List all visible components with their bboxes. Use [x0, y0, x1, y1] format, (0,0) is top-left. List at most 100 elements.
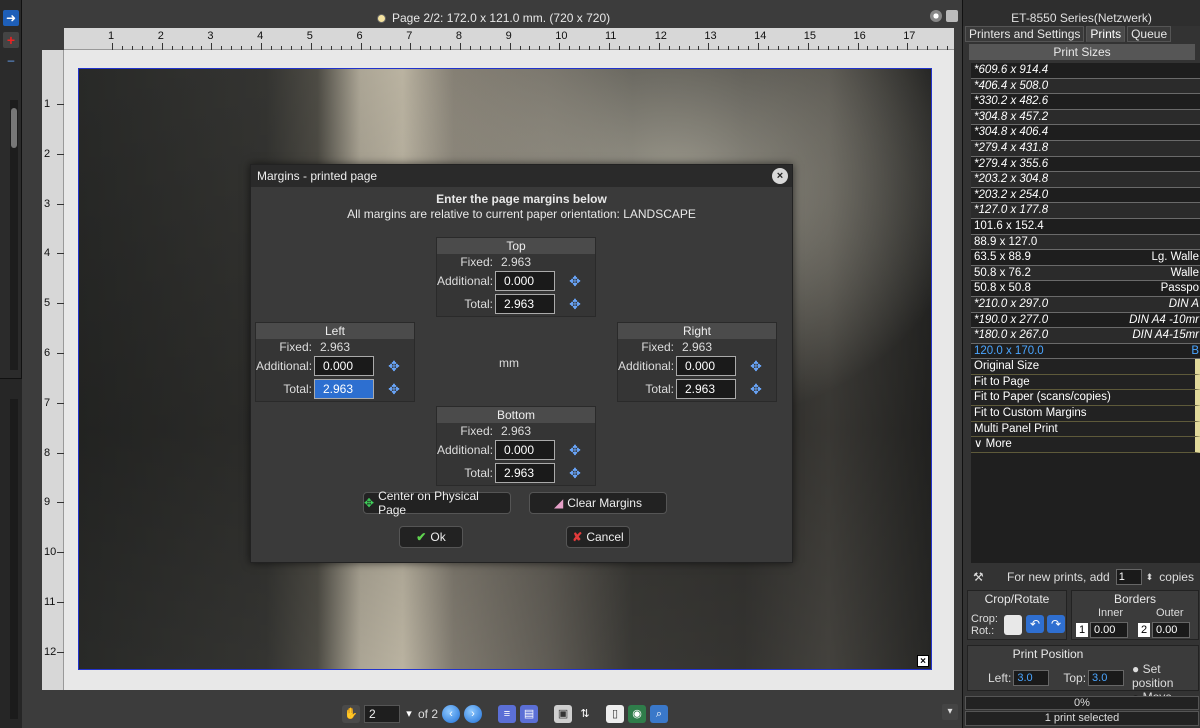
photo-close-icon[interactable]: ×: [917, 655, 929, 667]
tab-queue[interactable]: Queue: [1127, 26, 1172, 42]
hand-tool-icon[interactable]: ✋: [342, 705, 360, 723]
print-size-item[interactable]: *330.2 x 482.6: [971, 94, 1200, 110]
print-size-name: Passpo: [1160, 282, 1199, 295]
print-size-item[interactable]: 101.6 x 152.4: [971, 218, 1200, 235]
print-size-item[interactable]: 50.8 x 50.8 Passpo: [971, 281, 1200, 297]
print-size-item[interactable]: 50.8 x 76.2 Walle: [971, 265, 1200, 282]
grid-view-icon[interactable]: ▤: [520, 705, 539, 723]
color-wheel-icon[interactable]: [930, 10, 942, 22]
fit-option-item[interactable]: Fit to Paper (scans/copies): [971, 390, 1200, 407]
move-icon[interactable]: ✥: [748, 358, 764, 374]
print-size-item[interactable]: *609.6 x 914.4: [971, 63, 1200, 79]
page-number-input[interactable]: 2: [364, 705, 400, 723]
ruler-tick: [57, 402, 64, 404]
page-icon[interactable]: ▯: [606, 705, 625, 723]
fit-option-item[interactable]: Multi Panel Print: [971, 421, 1200, 438]
chevron-down-icon[interactable]: ▾: [942, 704, 958, 720]
center-on-page-button[interactable]: ✥ Center on Physical Page: [363, 489, 511, 517]
ruler-tick: [410, 43, 412, 50]
crop-toggle[interactable]: [1004, 615, 1022, 635]
clear-margins-button[interactable]: ◢ Clear Margins: [529, 492, 667, 514]
tab-prints[interactable]: Prints: [1086, 26, 1126, 42]
bottom-total-label: Total:: [464, 466, 493, 480]
cancel-button[interactable]: ✘ Cancel: [566, 526, 630, 548]
page-dropdown-icon[interactable]: ▾: [404, 705, 414, 723]
left-additional-input[interactable]: [314, 356, 374, 376]
position-left-input[interactable]: 3.0: [1013, 670, 1050, 686]
top-additional-input[interactable]: [495, 271, 555, 291]
unit-label: mm: [499, 356, 519, 370]
left-scroll-thumb[interactable]: [11, 108, 17, 148]
tools-icon[interactable]: ⚒: [973, 570, 987, 584]
image-settings-icon[interactable]: ▣: [554, 705, 573, 723]
move-icon[interactable]: ✥: [567, 442, 583, 458]
preview-toolbar-icons: [930, 10, 958, 22]
sort-icon[interactable]: ⇅: [576, 705, 594, 723]
left-total-input[interactable]: [314, 379, 374, 399]
print-size-item[interactable]: 120.0 x 170.0 B: [971, 343, 1200, 360]
top-total-label: Total:: [464, 297, 493, 311]
rotate-right-icon[interactable]: ↷: [1047, 615, 1065, 633]
next-page-icon[interactable]: ›: [464, 705, 483, 723]
fit-option-item[interactable]: Original Size: [971, 359, 1200, 375]
print-size-item[interactable]: 63.5 x 88.9 Lg. Walle: [971, 250, 1200, 266]
copies-spinner-icon[interactable]: ⬍: [1146, 572, 1154, 583]
right-total-input[interactable]: [676, 379, 736, 399]
zoom-icon[interactable]: ⌕: [650, 705, 669, 723]
window-icon[interactable]: [946, 10, 958, 22]
fit-option-item[interactable]: ∨ More: [971, 437, 1200, 453]
ruler-top-number: 11: [605, 30, 617, 42]
fit-option-item[interactable]: Fit to Page: [971, 374, 1200, 391]
print-size-item[interactable]: *279.4 x 355.6: [971, 156, 1200, 173]
bottom-additional-input[interactable]: [495, 440, 555, 460]
print-size-item[interactable]: *406.4 x 508.0: [971, 78, 1200, 95]
print-size-item[interactable]: *203.2 x 254.0: [971, 187, 1200, 204]
move-icon[interactable]: ✥: [567, 296, 583, 312]
ruler-tick: [57, 452, 64, 454]
set-position-radio[interactable]: ● Set position: [1132, 662, 1198, 690]
move-icon[interactable]: ✥: [567, 273, 583, 289]
copies-input[interactable]: 1: [1115, 569, 1142, 585]
rotate-left-icon[interactable]: ↶: [1026, 615, 1044, 633]
move-icon[interactable]: ✥: [386, 381, 402, 397]
print-size-item[interactable]: *190.0 x 277.0 DIN A4 -10mr: [971, 312, 1200, 329]
inner-border-input[interactable]: 0.00: [1090, 622, 1128, 638]
list-view-icon[interactable]: ≡: [498, 705, 517, 723]
print-size-item[interactable]: *304.8 x 457.2: [971, 109, 1200, 126]
print-size-item[interactable]: *203.2 x 304.8: [971, 172, 1200, 188]
tab-printers-settings[interactable]: Printers and Settings: [965, 26, 1085, 42]
left-scrollbar[interactable]: [10, 100, 18, 370]
print-size-value: 120.0 x 170.0: [974, 344, 1044, 357]
print-size-item[interactable]: *127.0 x 177.8: [971, 203, 1200, 219]
print-size-item[interactable]: *180.0 x 267.0 DIN A4-15mr: [971, 328, 1200, 344]
ruler-tick: [57, 602, 64, 603]
add-icon[interactable]: +: [3, 32, 19, 48]
print-size-item[interactable]: *210.0 x 297.0 DIN A: [971, 296, 1200, 313]
crop-rotate-title: Crop/Rotate: [984, 592, 1050, 606]
fit-option-item[interactable]: Fit to Custom Margins: [971, 406, 1200, 422]
move-icon[interactable]: ✥: [386, 358, 402, 374]
top-total-input[interactable]: [495, 294, 555, 314]
position-top-input[interactable]: 3.0: [1088, 670, 1125, 686]
arrow-right-icon[interactable]: ➜: [3, 10, 19, 26]
bottom-total-input[interactable]: [495, 463, 555, 483]
left-lower-scrollbar[interactable]: [10, 399, 18, 719]
ruler-left-number: 12: [44, 645, 57, 658]
move-icon[interactable]: ✥: [567, 465, 583, 481]
remove-icon[interactable]: –: [3, 52, 19, 68]
ok-button[interactable]: ✔ Ok: [399, 526, 463, 548]
print-size-item[interactable]: *279.4 x 431.8: [971, 140, 1200, 157]
right-additional-input[interactable]: [676, 356, 736, 376]
ruler-tick: [559, 43, 561, 50]
move-icon[interactable]: ✥: [748, 381, 764, 397]
print-size-value: *304.8 x 406.4: [974, 126, 1049, 139]
print-size-item[interactable]: 88.9 x 127.0: [971, 234, 1200, 251]
print-size-item[interactable]: *304.8 x 406.4: [971, 125, 1200, 141]
center-icon: ✥: [364, 496, 375, 510]
print-size-value: 88.9 x 127.0: [974, 235, 1038, 248]
dialog-close-icon[interactable]: ×: [772, 168, 788, 184]
selection-status: 1 print selected: [965, 711, 1199, 726]
view-icon[interactable]: ◉: [628, 705, 647, 723]
previous-page-icon[interactable]: ‹: [442, 705, 461, 723]
outer-border-input[interactable]: 0.00: [1152, 622, 1190, 638]
